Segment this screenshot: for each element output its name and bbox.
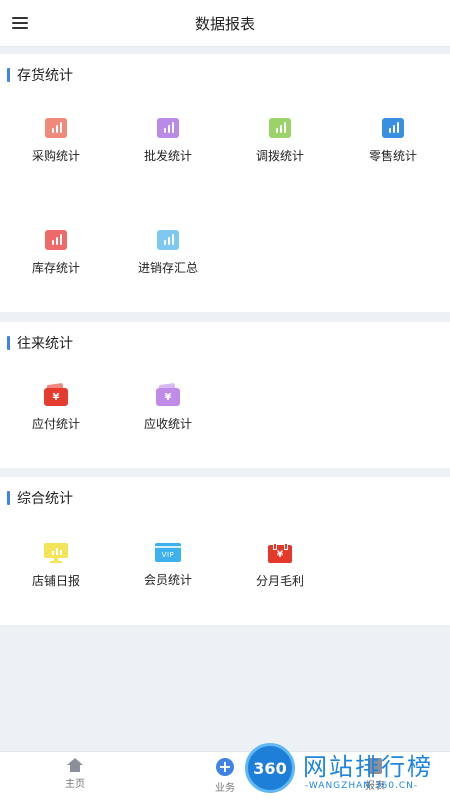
tile-purchase-stats[interactable]: 采购统计 bbox=[0, 118, 112, 198]
section-title: 存货统计 bbox=[7, 66, 73, 84]
tile-label: 采购统计 bbox=[31, 149, 80, 163]
home-icon bbox=[67, 758, 83, 772]
watermark-text: 网站排行榜 bbox=[303, 753, 433, 781]
chart-icon bbox=[45, 230, 70, 253]
tile-retail-stats[interactable]: 零售统计 bbox=[337, 118, 449, 198]
tile-label: 应收统计 bbox=[143, 417, 192, 431]
tile-store-daily[interactable]: 店铺日报 bbox=[0, 543, 112, 623]
monitor-icon bbox=[44, 543, 68, 563]
tile-label: 分月毛利 bbox=[255, 574, 304, 588]
nav-home[interactable]: 主页 bbox=[45, 758, 105, 790]
wallet-icon: ¥ bbox=[44, 388, 68, 406]
tile-label: 会员统计 bbox=[143, 573, 192, 587]
tile-payable-stats[interactable]: ¥ 应付统计 bbox=[0, 388, 112, 468]
tile-receivable-stats[interactable]: ¥ 应收统计 bbox=[112, 388, 224, 468]
tile-monthly-profit[interactable]: ¥ 分月毛利 bbox=[224, 543, 336, 623]
vip-card-icon: VIP bbox=[155, 543, 181, 562]
menu-icon[interactable] bbox=[12, 12, 34, 34]
app-header: 数据报表 bbox=[0, 0, 450, 47]
tile-member-stats[interactable]: VIP 会员统计 bbox=[112, 543, 224, 623]
section-title: 综合统计 bbox=[7, 489, 73, 507]
tile-label: 库存统计 bbox=[31, 261, 80, 275]
tile-label: 批发统计 bbox=[143, 149, 192, 163]
watermark-logo: 360 网站排行榜 -WANGZHAN.360.CN- bbox=[245, 743, 450, 800]
plus-icon: + bbox=[216, 758, 234, 776]
section-account-stats: 往来统计 ¥ 应付统计 ¥ 应收统计 bbox=[0, 322, 450, 468]
section-accent-bar bbox=[7, 68, 10, 82]
section-accent-bar bbox=[7, 491, 10, 505]
tile-label: 零售统计 bbox=[368, 149, 417, 163]
tile-label: 调拨统计 bbox=[255, 149, 304, 163]
chart-icon bbox=[157, 118, 182, 141]
chart-icon bbox=[45, 118, 70, 141]
tile-inventory-summary[interactable]: 进销存汇总 bbox=[112, 230, 224, 310]
chart-icon bbox=[382, 118, 407, 141]
page-title: 数据报表 bbox=[194, 14, 255, 33]
tile-label: 进销存汇总 bbox=[137, 261, 198, 275]
calendar-icon: ¥ bbox=[268, 543, 292, 563]
section-overall-stats: 综合统计 店铺日报 VIP 会员统计 ¥ 分月毛利 bbox=[0, 477, 450, 625]
tile-wholesale-stats[interactable]: 批发统计 bbox=[112, 118, 224, 198]
section-title: 往来统计 bbox=[7, 334, 73, 352]
section-inventory-stats: 存货统计 采购统计 批发统计 调拨统计 零售统计 库存统计 进销存汇总 bbox=[0, 54, 450, 312]
tile-label: 店铺日报 bbox=[31, 574, 80, 588]
chart-icon bbox=[269, 118, 294, 141]
tile-label: 应付统计 bbox=[31, 417, 80, 431]
chart-icon bbox=[157, 230, 182, 253]
tile-transfer-stats[interactable]: 调拨统计 bbox=[224, 118, 336, 198]
watermark-subtext: -WANGZHAN.360.CN- bbox=[305, 781, 419, 791]
tile-stock-stats[interactable]: 库存统计 bbox=[0, 230, 112, 310]
section-accent-bar bbox=[7, 336, 10, 350]
wallet-icon: ¥ bbox=[156, 388, 180, 406]
watermark-badge: 360 bbox=[245, 743, 295, 793]
